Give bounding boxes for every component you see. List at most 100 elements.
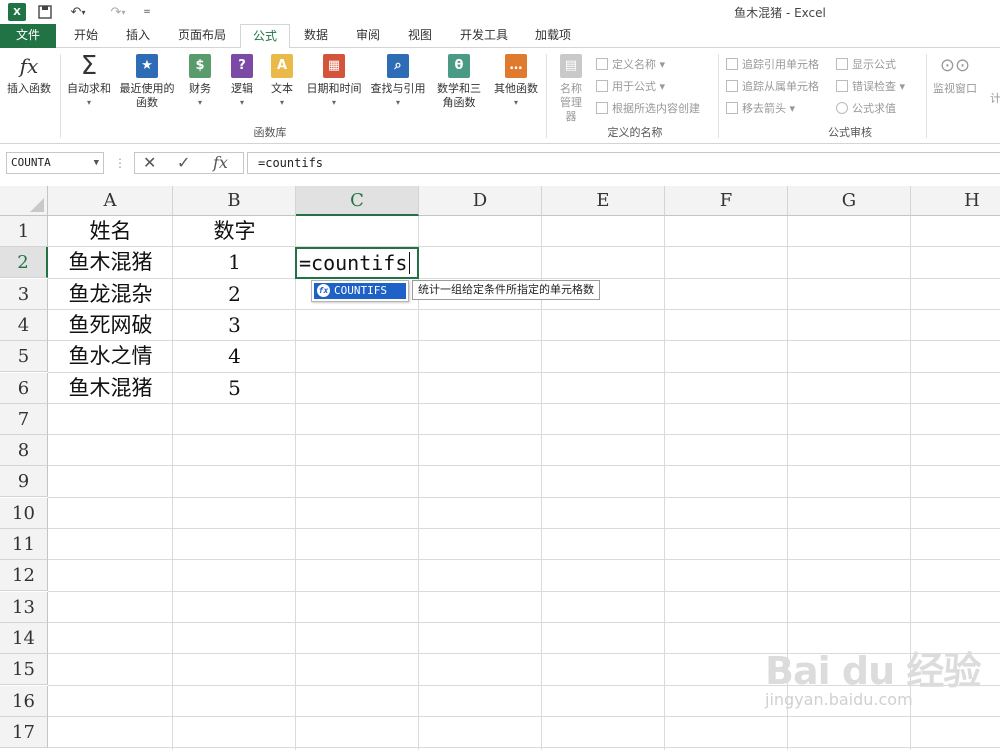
row-header-13[interactable]: 13 <box>0 591 48 623</box>
logical-label: 逻辑 <box>231 82 253 95</box>
financial-button[interactable]: $ 财务 ▾ <box>182 52 218 110</box>
logical-button[interactable]: ? 逻辑 ▾ <box>224 52 260 110</box>
cell-b6[interactable]: 5 <box>173 373 296 404</box>
math-book-icon: θ <box>448 54 470 78</box>
watermark: Bai du 经验 jingyan.baidu.com <box>755 640 995 720</box>
drag-handle-icon[interactable]: ⋮ <box>114 156 126 170</box>
calendar-book-icon: ▦ <box>323 54 345 78</box>
divider <box>546 54 547 138</box>
remove-arrows-button[interactable]: 移去箭头 ▾ <box>726 100 795 116</box>
column-header-b[interactable]: B <box>173 186 296 216</box>
row-header-1[interactable]: 1 <box>0 216 48 247</box>
divider <box>718 54 719 138</box>
cell-b5[interactable]: 4 <box>173 341 296 372</box>
row-gridline <box>48 747 1000 749</box>
recently-used-button[interactable]: ★ 最近使用的函数 <box>116 52 178 110</box>
title-bar: X ↶ ▾ ↷ ▾ = 鱼木混猪 - Excel <box>0 0 1000 24</box>
evaluate-formula-button[interactable]: 公式求值 <box>836 100 896 116</box>
trace-precedents-label: 追踪引用单元格 <box>742 58 819 71</box>
autocomplete-item[interactable]: fx COUNTIFS <box>314 283 406 299</box>
row-header-12[interactable]: 12 <box>0 560 48 592</box>
column-header-c[interactable]: C <box>296 186 419 216</box>
name-manager-label: 名称管理器 <box>560 82 582 123</box>
use-in-formula-button[interactable]: 用于公式 ▾ <box>596 78 665 94</box>
text-label: 文本 <box>271 82 293 95</box>
column-header-h[interactable]: H <box>911 186 1000 216</box>
row-header-5[interactable]: 5 <box>0 341 48 373</box>
insert-function-fx-icon[interactable]: fx <box>213 153 228 173</box>
cell-b1[interactable]: 数字 <box>173 216 296 247</box>
remove-arrows-label: 移去箭头 <box>742 102 786 115</box>
tab-data[interactable]: 数据 <box>296 24 336 48</box>
row-header-2[interactable]: 2 <box>0 247 48 279</box>
cell-a5[interactable]: 鱼水之情 <box>48 341 173 372</box>
math-trig-button[interactable]: θ 数学和三角函数 <box>430 52 488 110</box>
tab-formulas[interactable]: 公式 <box>240 24 290 49</box>
watch-window-button[interactable]: ⊙⊙ 监视窗口 <box>930 52 980 96</box>
cell-b3[interactable]: 2 <box>173 279 296 310</box>
function-tooltip: 统计一组给定条件所指定的单元格数 <box>412 280 600 300</box>
create-from-selection-button[interactable]: 根据所选内容创建 <box>596 100 700 116</box>
column-header-f[interactable]: F <box>665 186 788 216</box>
tab-view[interactable]: 视图 <box>400 24 440 48</box>
chevron-down-icon[interactable]: ▼ <box>94 153 99 173</box>
define-name-button[interactable]: 定义名称 ▾ <box>596 56 665 72</box>
row-header-7[interactable]: 7 <box>0 403 48 435</box>
row-header-17[interactable]: 17 <box>0 716 48 748</box>
finance-book-icon: $ <box>189 54 211 78</box>
name-manager-button[interactable]: ▤ 名称管理器 <box>550 52 592 124</box>
cancel-icon[interactable]: ✕ <box>143 153 156 173</box>
row-header-9[interactable]: 9 <box>0 466 48 498</box>
trace-dependents-button[interactable]: 追踪从属单元格 <box>726 78 819 94</box>
tab-home[interactable]: 开始 <box>64 24 108 48</box>
row-header-6[interactable]: 6 <box>0 372 48 404</box>
trace-precedents-button[interactable]: 追踪引用单元格 <box>726 56 819 72</box>
active-cell-editor[interactable]: =countifs <box>295 247 419 279</box>
cell-a4[interactable]: 鱼死网破 <box>48 310 173 341</box>
row-header-3[interactable]: 3 <box>0 278 48 310</box>
column-header-a[interactable]: A <box>48 186 173 216</box>
tab-page-layout[interactable]: 页面布局 <box>170 24 234 48</box>
active-cell-text: =countifs <box>299 251 408 275</box>
date-time-label: 日期和时间 <box>306 82 362 95</box>
watermark-url: jingyan.baidu.com <box>765 690 913 709</box>
cell-b2[interactable]: 1 <box>173 247 296 278</box>
select-all-button[interactable] <box>0 186 48 216</box>
tab-file[interactable]: 文件 <box>0 24 56 48</box>
autosum-button[interactable]: Σ 自动求和 ▾ <box>62 52 116 110</box>
formula-input[interactable]: =countifs <box>247 152 1000 174</box>
cell-a2[interactable]: 鱼木混猪 <box>48 247 173 278</box>
tab-developer[interactable]: 开发工具 <box>452 24 516 48</box>
column-header-g[interactable]: G <box>788 186 911 216</box>
row-header-4[interactable]: 4 <box>0 309 48 341</box>
tab-insert[interactable]: 插入 <box>116 24 160 48</box>
row-header-15[interactable]: 15 <box>0 654 48 686</box>
row-header-8[interactable]: 8 <box>0 435 48 467</box>
column-header-e[interactable]: E <box>542 186 665 216</box>
date-time-button[interactable]: ▦ 日期和时间 ▾ <box>302 52 366 110</box>
cell-a3[interactable]: 鱼龙混杂 <box>48 279 173 310</box>
row-header-14[interactable]: 14 <box>0 622 48 654</box>
tab-addins[interactable]: 加载项 <box>526 24 580 48</box>
cell-a1[interactable]: 姓名 <box>48 216 173 247</box>
insert-function-button[interactable]: fx 插入函数 <box>2 52 56 96</box>
text-button[interactable]: A 文本 ▾ <box>264 52 300 110</box>
ribbon-tabs: 文件 开始 插入 页面布局 公式 数据 审阅 视图 开发工具 加载项 <box>0 24 1000 49</box>
name-box[interactable]: COUNTA ▼ <box>6 152 104 174</box>
row-header-10[interactable]: 10 <box>0 497 48 529</box>
more-functions-button[interactable]: … 其他函数 ▾ <box>490 52 542 110</box>
name-manager-icon: ▤ <box>560 54 582 78</box>
lookup-reference-button[interactable]: ⌕ 查找与引用 ▾ <box>366 52 430 110</box>
cell-b4[interactable]: 3 <box>173 310 296 341</box>
row-header-16[interactable]: 16 <box>0 685 48 717</box>
row-gridline <box>48 559 1000 561</box>
row-header-11[interactable]: 11 <box>0 529 48 560</box>
autocomplete-list: fx COUNTIFS <box>311 280 409 302</box>
enter-check-icon[interactable]: ✓ <box>177 153 190 173</box>
error-checking-button[interactable]: 错误检查 ▾ <box>836 78 905 94</box>
show-formulas-button[interactable]: 显示公式 <box>836 56 896 72</box>
watch-window-label: 监视窗口 <box>933 82 977 95</box>
tab-review[interactable]: 审阅 <box>348 24 388 48</box>
column-header-d[interactable]: D <box>419 186 542 216</box>
cell-a6[interactable]: 鱼木混猪 <box>48 373 173 404</box>
